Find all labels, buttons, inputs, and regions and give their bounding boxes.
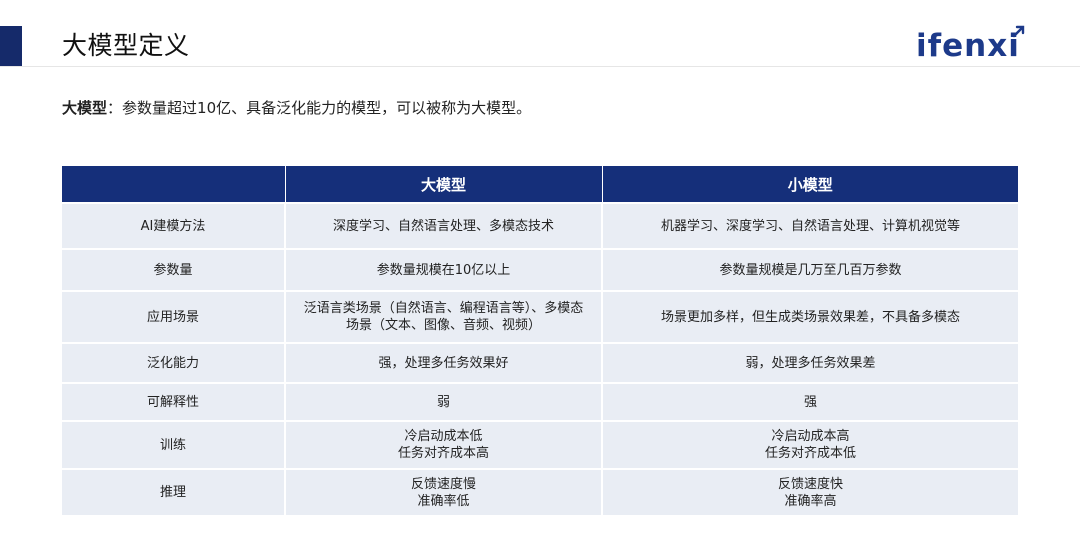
definition-statement: 大模型：参数量超过10亿、具备泛化能力的模型，可以被称为大模型。 — [62, 96, 531, 120]
small-model-cell: 机器学习、深度学习、自然语言处理、计算机视觉等 — [601, 202, 1018, 249]
column-header-empty — [62, 166, 285, 203]
table-row: 可解释性 弱 强 — [62, 382, 1018, 421]
row-label: 泛化能力 — [62, 342, 285, 383]
definition-separator: ： — [107, 99, 123, 117]
small-model-cell: 参数量规模是几万至几百万参数 — [601, 248, 1018, 291]
table-row: 推理 反馈速度慢 准确率低 反馈速度快 准确率高 — [62, 468, 1018, 515]
definition-term: 大模型 — [62, 99, 108, 117]
large-model-cell: 深度学习、自然语言处理、多模态技术 — [284, 202, 602, 249]
row-label: 参数量 — [62, 248, 285, 291]
row-label: 推理 — [62, 468, 285, 515]
title-accent-bar — [0, 26, 22, 66]
large-model-cell: 泛语言类场景（自然语言、编程语言等）、多模态 场景（文本、图像、音频、视频） — [284, 290, 602, 343]
small-model-cell: 强 — [601, 382, 1018, 421]
column-header-small-model: 小模型 — [601, 166, 1018, 203]
page-title: 大模型定义 — [62, 31, 190, 60]
small-model-cell: 场景更加多样，但生成类场景效果差，不具备多模态 — [601, 290, 1018, 343]
brand-logo: ifenxi — [916, 22, 1026, 66]
table-row: 应用场景 泛语言类场景（自然语言、编程语言等）、多模态 场景（文本、图像、音频、… — [62, 290, 1018, 343]
header-divider — [0, 66, 1080, 67]
table-row: 训练 冷启动成本低 任务对齐成本高 冷启动成本高 任务对齐成本低 — [62, 420, 1018, 469]
large-model-cell: 强，处理多任务效果好 — [284, 342, 602, 383]
large-model-cell: 弱 — [284, 382, 602, 421]
definition-text: 参数量超过10亿、具备泛化能力的模型，可以被称为大模型。 — [122, 99, 532, 117]
row-label: 可解释性 — [62, 382, 285, 421]
small-model-cell: 反馈速度快 准确率高 — [601, 468, 1018, 515]
small-model-cell: 弱，处理多任务效果差 — [601, 342, 1018, 383]
comparison-table: 大模型 小模型 AI建模方法 深度学习、自然语言处理、多模态技术 机器学习、深度… — [62, 166, 1018, 515]
logo-text: ifenxi — [916, 28, 1020, 64]
table-row: 参数量 参数量规模在10亿以上 参数量规模是几万至几百万参数 — [62, 248, 1018, 291]
logo-arrow-icon — [1012, 25, 1025, 38]
table-header-row: 大模型 小模型 — [62, 166, 1018, 203]
large-model-cell: 参数量规模在10亿以上 — [284, 248, 602, 291]
row-label: 训练 — [62, 420, 285, 469]
small-model-cell: 冷启动成本高 任务对齐成本低 — [601, 420, 1018, 469]
table-row: AI建模方法 深度学习、自然语言处理、多模态技术 机器学习、深度学习、自然语言处… — [62, 202, 1018, 249]
large-model-cell: 反馈速度慢 准确率低 — [284, 468, 602, 515]
table-row: 泛化能力 强，处理多任务效果好 弱，处理多任务效果差 — [62, 342, 1018, 383]
large-model-cell: 冷启动成本低 任务对齐成本高 — [284, 420, 602, 469]
column-header-large-model: 大模型 — [284, 166, 602, 203]
row-label: AI建模方法 — [62, 202, 285, 249]
row-label: 应用场景 — [62, 290, 285, 343]
